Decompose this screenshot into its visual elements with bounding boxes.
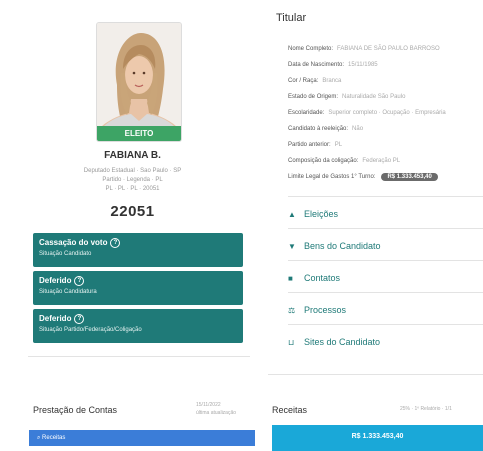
prestacao-updated: última atualização — [196, 410, 237, 416]
help-icon[interactable]: ? — [74, 314, 85, 324]
status-card-subtitle: Situação Candidatura — [39, 289, 97, 295]
status-card-candidatura: Deferido? Situação Candidatura — [33, 271, 243, 305]
receitas-meta: 25% · 1º Relatório · 1/1 — [400, 406, 452, 412]
status-card-title: Deferido — [39, 314, 72, 323]
help-icon[interactable]: ? — [74, 276, 85, 286]
field-nascimento: Data de Nascimento: 15/11/1985 — [288, 62, 378, 68]
link-eleicoes[interactable]: ▲ Eleições — [288, 204, 483, 224]
processos-icon: ⚖ — [288, 306, 296, 315]
status-card-title: Cassação do voto — [39, 238, 108, 247]
field-nome: Nome Completo: FABIANA DE SÃO PAULO BARRO… — [288, 46, 440, 52]
candidate-office: Deputado Estadual · Sao Paulo · SP — [83, 168, 182, 174]
right-divider — [268, 374, 483, 375]
receitas-title: Receitas — [272, 405, 308, 415]
search-icon: ⌕ — [37, 435, 41, 441]
candidate-photo-card: ELEITO — [96, 22, 182, 142]
status-card-subtitle: Situação Partido/Federação/Coligação — [39, 327, 142, 333]
link-divider — [288, 324, 483, 325]
candidate-photo — [97, 23, 181, 141]
receitas-total-button[interactable]: R$ 1.333.453,40 — [272, 425, 483, 451]
prestacao-date: 15/11/2022 — [196, 402, 221, 408]
candidate-party: Partido · Legenda · PL — [102, 177, 163, 183]
link-contatos[interactable]: ■ Contatos — [288, 268, 483, 288]
link-sites[interactable]: ⊔ Sites do Candidato — [288, 332, 483, 352]
links-top-divider — [288, 196, 483, 197]
status-card-subtitle: Situação Candidato — [39, 251, 92, 257]
candidate-coalition: PL · PL · PL · 20051 — [105, 186, 160, 192]
link-divider — [288, 292, 483, 293]
status-card-cassacao: Cassação do voto? Situação Candidato — [33, 233, 243, 267]
link-processos[interactable]: ⚖ Processos — [288, 300, 483, 320]
help-icon[interactable]: ? — [110, 238, 121, 248]
status-card-partido: Deferido? Situação Partido/Federação/Col… — [33, 309, 243, 343]
limit-button[interactable]: R$ 1.333.453,40 — [381, 173, 438, 181]
link-divider — [288, 228, 483, 229]
status-badge: ELEITO — [97, 126, 181, 141]
field-escolaridade: Escolaridade: Superior completo · Ocupaçã… — [288, 110, 446, 116]
bens-icon: ▼ — [288, 242, 296, 251]
section-title: Titular — [276, 12, 307, 24]
prestacao-title: Prestação de Contas — [33, 405, 118, 415]
candidate-number: 22051 — [110, 203, 155, 220]
contatos-icon: ■ — [288, 274, 293, 283]
field-origem: Estado de Origem: Naturalidade São Paulo — [288, 94, 406, 100]
eleicoes-icon: ▲ — [288, 210, 296, 219]
field-reeleicao: Candidato à reeleição: Não — [288, 126, 364, 132]
field-limite-gastos: Limite Legal de Gastos 1° Turno: R$ 1.333… — [288, 173, 438, 181]
field-partido-anterior: Partido anterior: PL — [288, 142, 343, 148]
status-card-title: Deferido — [39, 276, 72, 285]
sites-icon: ⊔ — [288, 338, 295, 347]
link-divider — [288, 260, 483, 261]
field-coligacao: Composição da coligação: Federação PL — [288, 158, 401, 164]
link-bens[interactable]: ▼ Bens do Candidato — [288, 236, 483, 256]
candidate-name: FABIANA B. — [104, 150, 161, 161]
left-divider — [28, 356, 250, 357]
field-cor-raca: Cor / Raça: Branca — [288, 78, 342, 84]
receitas-button[interactable]: ⌕ Receitas — [29, 430, 255, 446]
